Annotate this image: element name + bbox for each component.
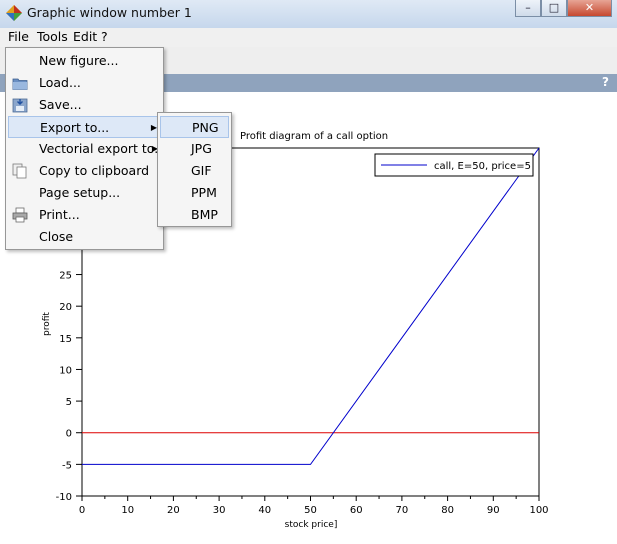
save-icon bbox=[12, 98, 28, 113]
menu-item-page-setup[interactable]: Page setup... bbox=[8, 182, 161, 204]
y-tick-label: 20 bbox=[59, 302, 72, 313]
legend-label: call, E=50, price=5 bbox=[434, 161, 531, 172]
y-tick-label: -10 bbox=[56, 492, 72, 503]
x-tick-label: 30 bbox=[213, 505, 226, 516]
menu-item-new-figure[interactable]: New figure... bbox=[8, 50, 161, 72]
menu-item-export[interactable]: Export to... ▶ bbox=[8, 116, 161, 138]
submenu-item-png[interactable]: PNG bbox=[160, 116, 229, 138]
folder-icon bbox=[12, 78, 28, 90]
x-tick-label: 70 bbox=[396, 505, 409, 516]
window-title: Graphic window number 1 bbox=[27, 5, 192, 20]
chart-title: Profit diagram of a call option bbox=[240, 131, 388, 142]
submenu-item-bmp[interactable]: BMP bbox=[160, 204, 229, 226]
printer-icon bbox=[12, 207, 28, 223]
x-tick-label: 10 bbox=[121, 505, 134, 516]
menu-item-vectorial-export[interactable]: Vectorial export to... ▶ bbox=[8, 138, 166, 160]
menu-item-load[interactable]: Load... bbox=[8, 72, 161, 94]
title-bar: Graphic window number 1 – □ ✕ bbox=[0, 0, 617, 29]
submenu-item-ppm[interactable]: PPM bbox=[160, 182, 229, 204]
menu-edit[interactable]: Edit bbox=[73, 29, 97, 44]
scilab-app-icon bbox=[6, 5, 22, 21]
submenu-item-gif[interactable]: GIF bbox=[160, 160, 229, 182]
menu-item-print[interactable]: Print... bbox=[8, 204, 161, 226]
close-button[interactable]: ✕ bbox=[567, 0, 612, 17]
x-axis-label: stock price] bbox=[285, 520, 338, 530]
y-tick-label: 15 bbox=[59, 334, 72, 345]
x-tick-label: 50 bbox=[304, 505, 317, 516]
copy-icon bbox=[12, 163, 27, 179]
menu-file[interactable]: File bbox=[8, 29, 29, 44]
x-tick-label: 90 bbox=[487, 505, 500, 516]
menu-tools[interactable]: Tools bbox=[37, 29, 68, 44]
menu-help[interactable]: ? bbox=[101, 29, 108, 44]
help-icon[interactable]: ? bbox=[602, 75, 609, 89]
x-tick-label: 40 bbox=[258, 505, 271, 516]
menu-item-copy-clipboard[interactable]: Copy to clipboard bbox=[8, 160, 161, 182]
y-tick-label: 0 bbox=[66, 429, 72, 440]
y-tick-label: -5 bbox=[62, 460, 72, 471]
x-tick-label: 0 bbox=[79, 505, 85, 516]
menu-item-save[interactable]: Save... bbox=[8, 94, 161, 116]
y-tick-label: 25 bbox=[59, 271, 72, 282]
y-tick-label: 10 bbox=[59, 365, 72, 376]
y-axis-label: profit bbox=[42, 312, 52, 336]
y-tick-label: 5 bbox=[66, 397, 72, 408]
file-menu: New figure... Load... Save... Export to.… bbox=[5, 47, 166, 250]
menu-item-close[interactable]: Close bbox=[8, 226, 161, 248]
x-tick-label: 20 bbox=[167, 505, 180, 516]
submenu-item-jpg[interactable]: JPG bbox=[160, 138, 229, 160]
x-tick-label: 100 bbox=[529, 505, 548, 516]
maximize-button[interactable]: □ bbox=[541, 0, 567, 17]
x-tick-label: 60 bbox=[350, 505, 363, 516]
x-tick-label: 80 bbox=[441, 505, 454, 516]
minimize-button[interactable]: – bbox=[515, 0, 541, 17]
menu-bar: File Tools Edit ? bbox=[0, 28, 617, 48]
export-submenu: PNG JPG GIF PPM BMP bbox=[157, 112, 232, 227]
